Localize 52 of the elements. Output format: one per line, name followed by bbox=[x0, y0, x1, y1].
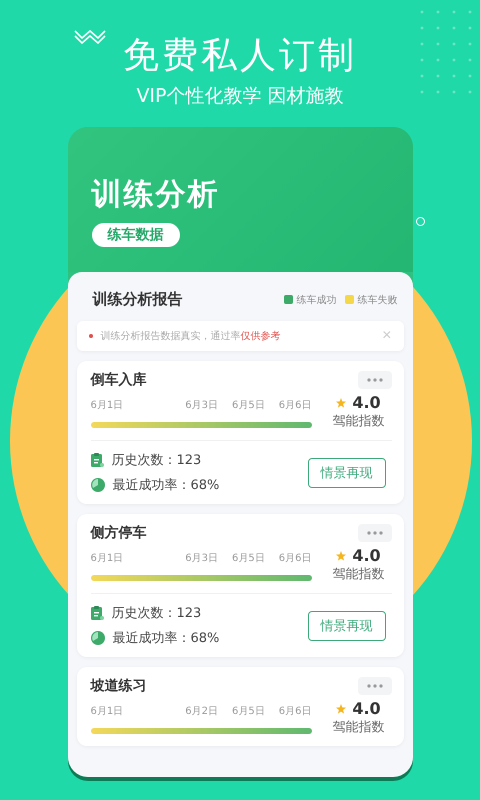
close-button[interactable]: × bbox=[382, 328, 392, 344]
date-label: 6月6日 bbox=[278, 705, 312, 718]
clipboard-icon bbox=[90, 606, 104, 620]
success-rate: 最近成功率：68% bbox=[112, 630, 220, 647]
ring-decoration bbox=[416, 217, 425, 226]
date-label: 6月2日 bbox=[185, 705, 218, 718]
date-label: 6月5日 bbox=[232, 705, 265, 718]
notice-text: 训练分析报告数据真实，通过率仅供参考 bbox=[100, 330, 282, 343]
history-count: 历史次数：123 bbox=[112, 605, 202, 622]
score-value: 4.0 bbox=[352, 699, 381, 718]
clipboard-icon bbox=[90, 453, 104, 467]
report-title: 训练分析报告 bbox=[92, 290, 182, 309]
date-label: 6月6日 bbox=[278, 399, 312, 412]
date-label: 6月3日 bbox=[185, 552, 218, 565]
pie-chart-icon bbox=[90, 478, 104, 492]
score-label: 驾能指数 bbox=[332, 719, 384, 736]
more-icon bbox=[366, 684, 382, 688]
score-value: 4.0 bbox=[352, 546, 381, 565]
success-rate: 最近成功率：68% bbox=[112, 477, 220, 494]
replay-button[interactable]: 情景再现 bbox=[308, 610, 386, 640]
data-tag[interactable]: 练车数据 bbox=[92, 223, 180, 247]
star-icon bbox=[336, 550, 346, 560]
star-icon bbox=[336, 398, 346, 408]
legend-label: 练车成功 bbox=[296, 294, 336, 306]
zigzag-logo-icon bbox=[74, 28, 106, 44]
dot-icon bbox=[88, 334, 92, 338]
date-label: 6月1日 bbox=[90, 399, 124, 412]
star-icon bbox=[336, 704, 346, 714]
more-button[interactable] bbox=[358, 371, 392, 389]
more-button[interactable] bbox=[358, 677, 392, 695]
pie-chart-icon bbox=[90, 631, 104, 645]
more-icon bbox=[366, 378, 382, 382]
more-icon bbox=[366, 531, 382, 535]
history-count: 历史次数：123 bbox=[112, 452, 202, 469]
date-label: 6月6日 bbox=[278, 552, 312, 565]
date-label: 6月3日 bbox=[185, 399, 218, 412]
score-label: 驾能指数 bbox=[332, 413, 384, 430]
date-label: 6月5日 bbox=[232, 399, 265, 412]
date-label: 6月1日 bbox=[90, 705, 124, 718]
promo-subtitle: VIP个性化教学 因材施教 bbox=[136, 84, 344, 108]
date-label: 6月1日 bbox=[90, 552, 124, 565]
score-value: 4.0 bbox=[352, 393, 381, 412]
promo-headline: 免费私人订制 bbox=[123, 34, 357, 78]
screen-title: 训练分析 bbox=[92, 177, 220, 213]
drill-title: 侧方停车 bbox=[90, 524, 146, 542]
drill-title: 倒车入库 bbox=[90, 371, 146, 389]
more-button[interactable] bbox=[358, 524, 392, 542]
drill-title: 坡道练习 bbox=[90, 677, 146, 695]
legend-label: 练车失败 bbox=[358, 294, 398, 306]
score-label: 驾能指数 bbox=[332, 566, 384, 583]
replay-button[interactable]: 情景再现 bbox=[308, 458, 386, 488]
date-label: 6月5日 bbox=[232, 552, 265, 565]
